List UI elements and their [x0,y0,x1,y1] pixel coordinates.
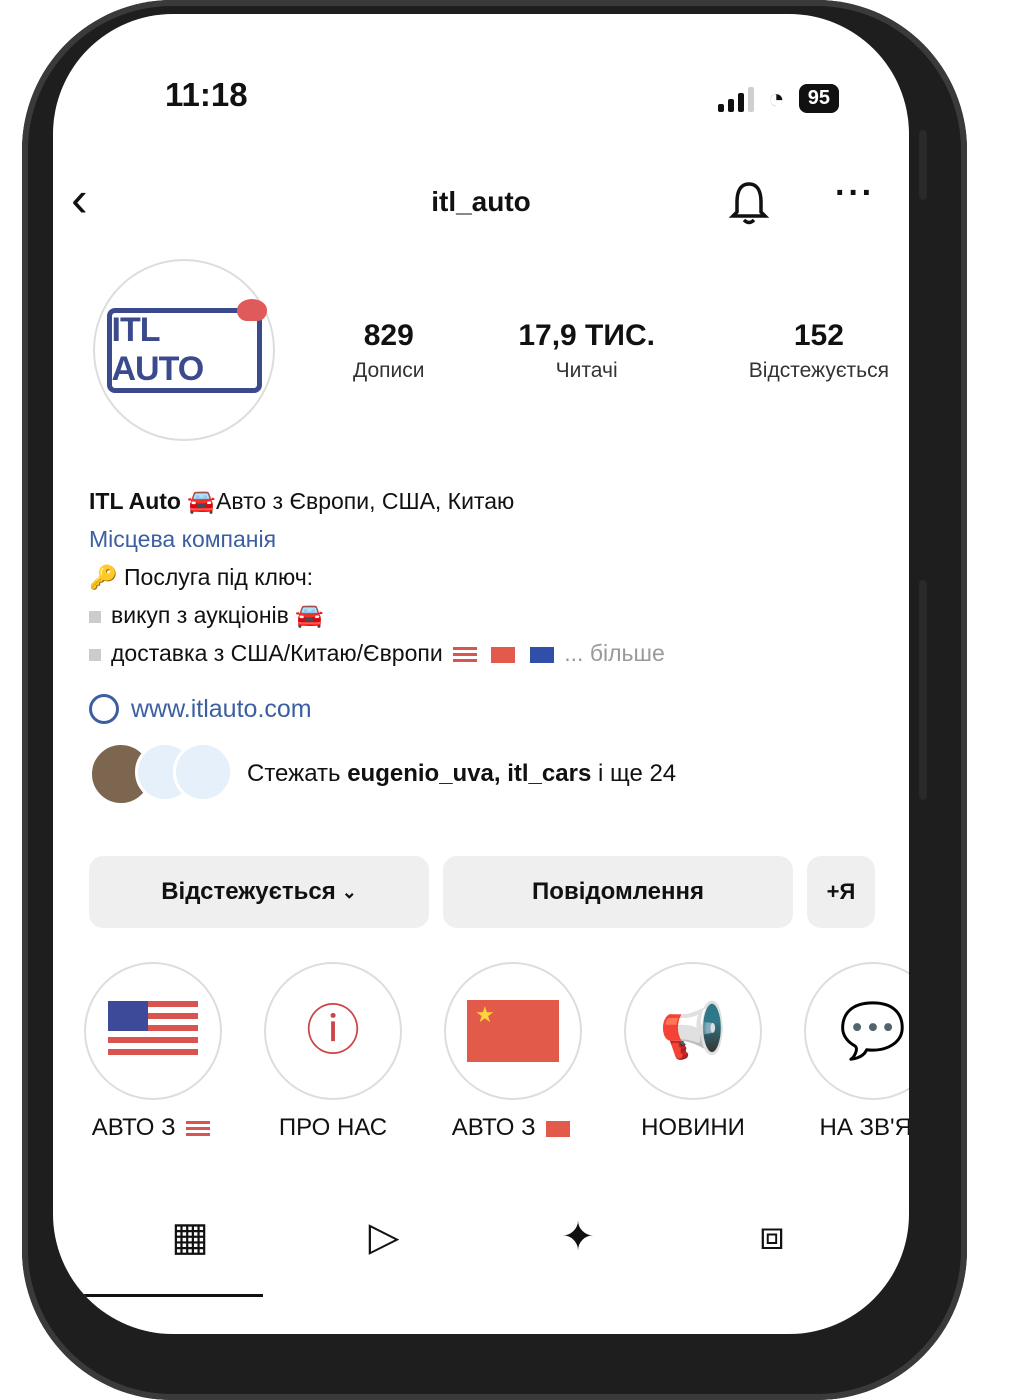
bio-line: 🔑 Послуга під ключ: [89,564,314,590]
sparkle-icon[interactable]: ✦ [538,1214,618,1260]
bullet-icon [89,611,101,623]
screen: 11:18 ◔ 95 ‹ itl_auto ··· ITL AUTO 829 Д… [53,14,909,1334]
chevron-down-icon: ⌄ [341,881,357,902]
followed-by-suffix: і ще 24 [597,760,677,787]
us-flag-icon [108,1001,198,1061]
bio-tagline: 🚘Авто з Європи, США, Китаю [187,488,515,514]
stat-value: 829 [363,319,414,352]
followed-by-prefix: Стежать [247,760,341,787]
following-button[interactable]: Відстежується ⌄ [89,856,429,928]
following-button-label: Відстежується [161,878,336,905]
profile-bio: ITL Auto 🚘Авто з Європи, США, Китаю Місц… [89,482,869,672]
highlight-cover [84,962,222,1100]
china-flag-icon [491,646,516,663]
bio-more-link[interactable]: ... більше [564,640,665,666]
bio-bullet-row: викуп з аукціонів 🚘 [89,596,869,634]
followed-by-names: eugenio_uva, itl_cars [347,760,592,787]
followed-by[interactable]: Стежать eugenio_uva, itl_cars і ще 24 [89,742,676,806]
chat-bubbles-icon: 💬 [839,1001,907,1061]
tagged-icon[interactable]: ⧈ [732,1214,812,1260]
highlight-label: АВТО З [443,1114,583,1142]
message-button[interactable]: Повідомлення [443,856,793,928]
bio-name: ITL Auto [89,488,181,514]
highlight-item[interactable]: АВТО З [443,962,583,1142]
profile-username: itl_auto [431,186,531,217]
profile-stats: 829 Дописи 17,9 ТИС. Читачі 152 Відстежу… [353,319,889,383]
watermelon-icon [236,298,267,321]
stat-label: Читачі [555,359,618,382]
brand-logo: ITL AUTO [106,298,267,393]
website-url: www.itlauto.com [131,694,312,723]
bullet-icon [89,649,101,661]
stat-label: Відстежується [748,359,889,382]
bio-line: доставка з США/Китаю/Європи [111,640,443,666]
stat-following[interactable]: 152 Відстежується [749,319,889,383]
bell-icon[interactable] [729,180,769,226]
website-link[interactable]: www.itlauto.com [89,694,312,724]
profile-avatar[interactable]: ITL AUTO [93,259,275,441]
reels-icon[interactable]: ▷ [344,1214,424,1260]
story-highlights: АВТО З ⓘ ПРО НАС АВТО З 📢 НОВИНИ 💬 НА ЗВ… [83,962,909,1142]
highlight-label: АВТО З [83,1114,223,1142]
highlight-item[interactable]: 📢 НОВИНИ [623,962,763,1142]
china-flag-icon [546,1120,571,1137]
highlight-label: НА ЗВ'ЯЗ [819,1114,909,1141]
profile-tabs: ▦ ▷ ✦ ⧈ [53,1214,909,1260]
stat-value: 152 [793,319,844,352]
highlight-item[interactable]: АВТО З [83,962,223,1142]
follower-avatars [89,742,233,806]
link-icon [89,694,119,724]
brand-logo-text: ITL AUTO [111,311,205,388]
eu-flag-icon [529,646,554,663]
info-bubble-icon: ⓘ [306,1001,360,1061]
stat-posts[interactable]: 829 Дописи [353,319,424,383]
stat-followers[interactable]: 17,9 ТИС. Читачі [518,319,655,383]
phone-side-button [919,580,927,800]
bio-title: ITL Auto 🚘Авто з Європи, США, Китаю [89,482,869,520]
bio-bullet-row: доставка з США/Китаю/Європи ... більше [89,634,869,672]
bio-line: викуп з аукціонів 🚘 [111,602,324,628]
highlight-item[interactable]: 💬 НА ЗВ'ЯЗ [803,962,909,1142]
highlight-cover: 💬 [804,962,909,1100]
highlight-cover [444,962,582,1100]
us-flag-icon [453,646,478,663]
highlight-label: НОВИНИ [641,1114,745,1141]
highlight-item[interactable]: ⓘ ПРО НАС [263,962,403,1142]
stat-label: Дописи [353,359,425,382]
highlight-label: ПРО НАС [278,1114,388,1141]
profile-actions: Відстежується ⌄ Повідомлення +Я [89,856,875,928]
status-icons: ◔ 95 [717,82,839,114]
battery-indicator: 95 [798,84,839,113]
wifi-icon: ◔ [767,82,785,114]
grid-icon[interactable]: ▦ [150,1214,230,1260]
more-icon[interactable]: ··· [835,174,875,213]
phone-side-button [919,130,927,200]
status-time: 11:18 [165,76,248,113]
avatar [173,742,233,802]
highlight-cover: 📢 [624,962,762,1100]
highlight-cover: ⓘ [264,962,402,1100]
add-person-button[interactable]: +Я [807,856,875,928]
profile-header: ‹ itl_auto ··· [53,174,909,234]
us-flag-icon [186,1120,211,1137]
megaphone-icon: 📢 [659,1001,727,1061]
china-flag-icon [467,1000,559,1062]
signal-icon [717,86,754,112]
stat-value: 17,9 ТИС. [518,319,655,352]
bio-category[interactable]: Місцева компанія [89,520,869,558]
